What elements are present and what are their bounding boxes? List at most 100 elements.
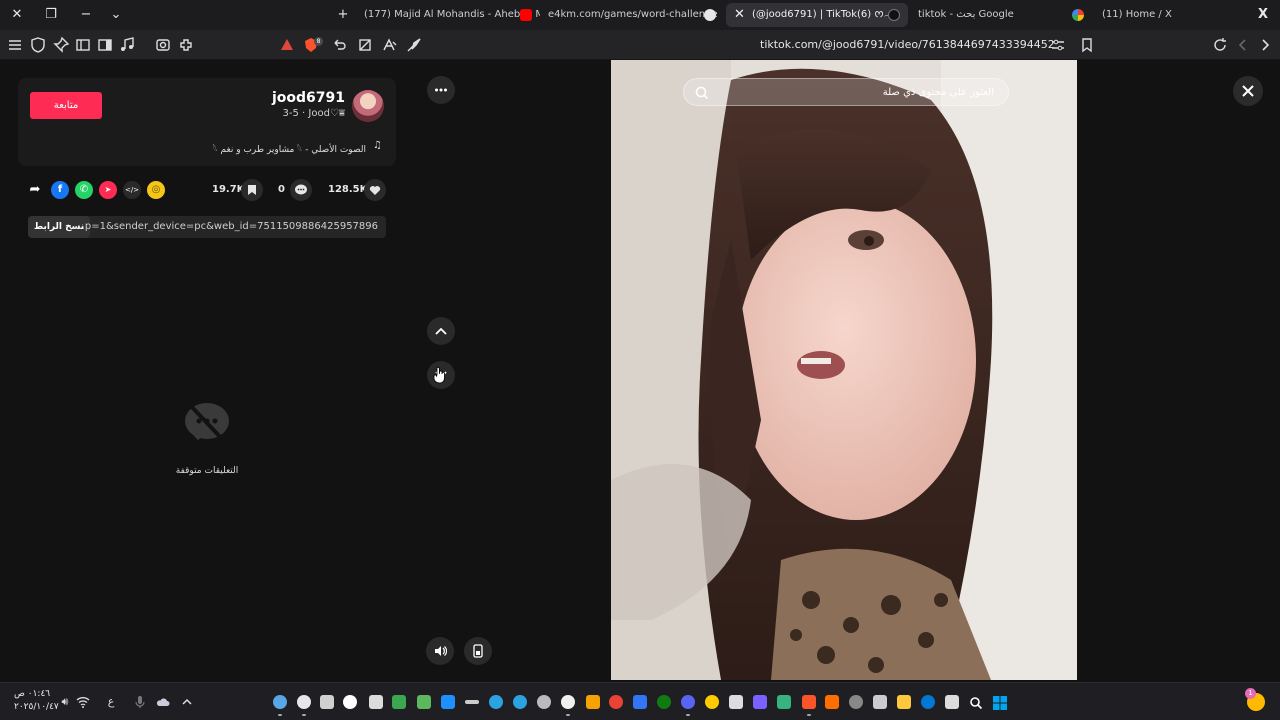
hand-cursor-icon	[433, 366, 445, 384]
window-minimize-icon[interactable]: −	[77, 6, 95, 24]
minecraft-app-icon[interactable]	[417, 695, 431, 709]
shield-icon[interactable]	[29, 36, 47, 54]
microphone-icon[interactable]	[133, 695, 147, 709]
discord-app-icon[interactable]	[681, 695, 695, 716]
comment-icon[interactable]	[290, 179, 312, 201]
reload-icon[interactable]	[1211, 36, 1229, 54]
excel-app-icon[interactable]	[392, 695, 406, 709]
volume-tray-icon[interactable]: 🔊︎	[58, 695, 72, 709]
tab-x-home[interactable]: (11) Home / X	[1094, 3, 1234, 27]
undo-icon[interactable]	[330, 36, 348, 54]
onedrive-icon[interactable]	[156, 695, 170, 709]
clock-date[interactable]: ٢٠٢٥/١٠/٤٧	[14, 702, 59, 712]
x-app-icon[interactable]: X	[1254, 6, 1272, 24]
close-icon	[1242, 85, 1254, 97]
feather-icon[interactable]	[405, 36, 423, 54]
menu-icon[interactable]	[6, 36, 24, 54]
browser-tab-strip: ✕ ❐ − ⌄ + (177) Majid Al Mohandis - Aheb…	[0, 0, 1280, 30]
share-link-text[interactable]: ...p=1&sender_device=pc&web_id=751150988…	[75, 216, 378, 238]
sidebar-icon[interactable]	[74, 36, 92, 54]
whatsapp-share-icon[interactable]: ✆	[75, 181, 93, 199]
paint-app-icon[interactable]	[441, 695, 455, 709]
task-view-icon[interactable]	[945, 695, 959, 709]
input-language-indicator[interactable]: ع	[104, 695, 118, 709]
forward-share-icon[interactable]: ➦	[26, 181, 44, 199]
music-title[interactable]: الصوت الأصلي - 𓆩 مشاوير طرب و نغم 𓆩	[213, 140, 366, 155]
bookmark-save-icon[interactable]	[241, 179, 263, 201]
likes-count: 128.5K	[328, 184, 368, 195]
file-explorer-icon[interactable]	[897, 695, 911, 709]
pen-app-icon[interactable]	[586, 695, 600, 709]
pin-icon[interactable]	[52, 36, 70, 54]
settings-app-icon[interactable]	[273, 695, 287, 716]
search-icon[interactable]	[694, 85, 710, 101]
close-video-button[interactable]	[1233, 76, 1263, 106]
screenshot-icon[interactable]	[154, 36, 172, 54]
tab-tiktok-active[interactable]: ✕ (@jood6791) | TikTok(6) ᰔ𓂃	[726, 3, 908, 27]
search-taskbar-icon[interactable]	[969, 695, 983, 710]
follow-button[interactable]: متابعة	[30, 92, 102, 119]
leo-icon[interactable]	[278, 36, 296, 54]
teams-app-icon[interactable]	[753, 695, 767, 709]
dash-app-icon[interactable]	[465, 700, 479, 704]
unity-app-icon[interactable]	[849, 695, 863, 709]
file-app-icon[interactable]	[369, 695, 383, 709]
avatar[interactable]	[352, 90, 384, 122]
telegram-app-icon[interactable]	[489, 695, 503, 709]
tab-word-challenge[interactable]: e4km.com/games/word-challenge	[542, 3, 724, 27]
tray-chevron-up-icon[interactable]	[180, 695, 194, 709]
miniplayer-button[interactable]	[464, 637, 492, 665]
telegram-share-icon[interactable]: ➤	[99, 181, 117, 199]
recorder-app-icon[interactable]	[609, 695, 623, 709]
crop-icon[interactable]	[356, 36, 374, 54]
coin-share-icon[interactable]: ◎	[147, 181, 165, 199]
more-options-button[interactable]	[427, 76, 455, 104]
capcut-app-icon[interactable]	[343, 695, 357, 709]
tiktok-video-page: متابعة jood6791 3-5 · Jood♡⩸ ♫ الصوت الأ…	[0, 60, 1280, 682]
settings-slider-icon[interactable]	[1049, 36, 1067, 54]
new-tab-button[interactable]: +	[334, 6, 352, 24]
emoji-app-icon[interactable]	[705, 695, 719, 709]
store-bag-icon[interactable]	[873, 695, 887, 709]
tab-close-icon[interactable]: ✕	[734, 3, 745, 27]
tab-title: tiktok - بحث Google	[918, 9, 1014, 20]
clock-time[interactable]: ٠١:٤٦ ص	[14, 689, 50, 699]
brave-taskbar-icon[interactable]	[802, 695, 816, 716]
wifi-icon[interactable]	[76, 695, 90, 709]
volume-button[interactable]	[426, 637, 454, 665]
video-player[interactable]: العثور على محتوى ذي صلة	[611, 60, 1077, 680]
panel-icon[interactable]	[96, 36, 114, 54]
tab-list-chevron-icon[interactable]: ⌄	[107, 6, 125, 24]
windows-store-icon[interactable]	[633, 695, 647, 709]
edge-app-icon[interactable]	[921, 695, 935, 709]
start-windows-icon[interactable]	[993, 695, 1007, 710]
tab-google-search[interactable]: tiktok - بحث Google	[910, 3, 1092, 27]
tab-youtube[interactable]: (177) Majid Al Mohandis - Ahebak M	[356, 3, 540, 27]
google-icon	[1072, 9, 1084, 21]
extensions-icon[interactable]	[177, 36, 195, 54]
forward-icon[interactable]	[1256, 36, 1274, 54]
bookmark-icon[interactable]	[1078, 36, 1096, 54]
music-icon[interactable]	[118, 36, 136, 54]
flight-app-icon[interactable]	[320, 695, 334, 709]
github-app-icon[interactable]	[537, 695, 551, 709]
window-close-icon[interactable]: ✕	[8, 6, 26, 24]
window-restore-icon[interactable]: ❐	[42, 6, 60, 24]
xbox-app-icon[interactable]	[657, 695, 671, 709]
embed-icon[interactable]: </>	[123, 181, 141, 199]
heart-like-icon[interactable]	[364, 179, 386, 201]
facebook-share-icon[interactable]: f	[51, 181, 69, 199]
translate-icon[interactable]	[381, 36, 399, 54]
telegram-desktop-icon[interactable]	[513, 695, 527, 709]
chatgpt-app-icon[interactable]	[561, 695, 575, 716]
comments-count: 0	[278, 184, 285, 195]
gamepad-app-icon[interactable]	[729, 695, 743, 709]
steam-app-icon[interactable]	[297, 695, 311, 716]
address-bar[interactable]: tiktok.com/@jood6791/video/7613844697433…	[760, 30, 1055, 60]
back-icon[interactable]	[1234, 36, 1252, 54]
previous-video-button[interactable]	[427, 317, 455, 345]
username[interactable]: jood6791	[272, 90, 345, 106]
photos-app-icon[interactable]	[777, 695, 791, 709]
paint3d-app-icon[interactable]	[825, 695, 839, 709]
related-search-bar[interactable]: العثور على محتوى ذي صلة	[683, 78, 1009, 106]
